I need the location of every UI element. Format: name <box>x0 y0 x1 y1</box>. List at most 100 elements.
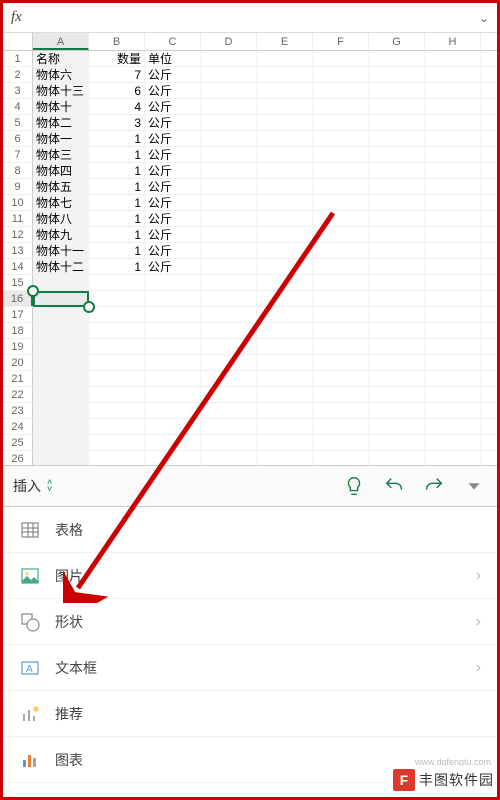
cell[interactable] <box>313 67 369 82</box>
cell[interactable] <box>89 275 145 290</box>
cell[interactable] <box>89 403 145 418</box>
cell[interactable] <box>425 291 481 306</box>
cell[interactable] <box>313 435 369 450</box>
cell[interactable] <box>425 371 481 386</box>
cell[interactable] <box>313 115 369 130</box>
cell[interactable] <box>33 403 89 418</box>
cell[interactable]: 物体十三 <box>33 83 89 98</box>
cell[interactable] <box>201 419 257 434</box>
cell[interactable] <box>369 195 425 210</box>
cell[interactable] <box>425 195 481 210</box>
row-header[interactable]: 7 <box>3 147 33 162</box>
select-all-corner[interactable] <box>3 33 33 50</box>
menu-item-table[interactable]: 表格 <box>3 507 497 553</box>
cell[interactable] <box>257 435 313 450</box>
cell[interactable] <box>257 179 313 194</box>
cell[interactable] <box>89 323 145 338</box>
cell[interactable] <box>369 451 425 465</box>
cell[interactable] <box>313 147 369 162</box>
cell[interactable] <box>425 163 481 178</box>
cell[interactable] <box>257 323 313 338</box>
cell[interactable] <box>425 355 481 370</box>
cell[interactable] <box>425 147 481 162</box>
cell[interactable] <box>369 211 425 226</box>
menu-item-recommend[interactable]: 推荐 <box>3 691 497 737</box>
cell[interactable] <box>313 419 369 434</box>
cell[interactable] <box>201 51 257 66</box>
cell[interactable] <box>257 387 313 402</box>
cell[interactable]: 公斤 <box>145 131 201 146</box>
cell[interactable] <box>313 131 369 146</box>
col-header-D[interactable]: D <box>201 33 257 50</box>
cell[interactable]: 物体七 <box>33 195 89 210</box>
cell[interactable] <box>369 227 425 242</box>
row-header[interactable]: 23 <box>3 403 33 418</box>
cell[interactable] <box>425 83 481 98</box>
cell[interactable]: 物体九 <box>33 227 89 242</box>
cell[interactable] <box>145 323 201 338</box>
cell[interactable] <box>425 51 481 66</box>
cell[interactable] <box>145 355 201 370</box>
cell[interactable] <box>425 323 481 338</box>
row-header[interactable]: 20 <box>3 355 33 370</box>
row-header[interactable]: 13 <box>3 243 33 258</box>
cell[interactable] <box>369 339 425 354</box>
row-header[interactable]: 6 <box>3 131 33 146</box>
cell[interactable] <box>425 275 481 290</box>
cell[interactable]: 1 <box>89 195 145 210</box>
spreadsheet-grid[interactable]: ABCDEFGH 1名称数量单位2物体六7公斤3物体十三6公斤4物体十4公斤5物… <box>3 33 497 465</box>
cell[interactable]: 物体十一 <box>33 243 89 258</box>
cell[interactable] <box>313 163 369 178</box>
cell[interactable]: 公斤 <box>145 83 201 98</box>
cell[interactable] <box>201 163 257 178</box>
cell[interactable] <box>257 355 313 370</box>
cell[interactable] <box>313 307 369 322</box>
cell[interactable] <box>201 179 257 194</box>
cell[interactable] <box>313 83 369 98</box>
cell[interactable] <box>425 243 481 258</box>
cell[interactable] <box>369 435 425 450</box>
cell[interactable]: 公斤 <box>145 259 201 274</box>
cell[interactable] <box>257 211 313 226</box>
more-icon[interactable] <box>461 473 487 499</box>
cell[interactable] <box>425 179 481 194</box>
redo-icon[interactable] <box>421 473 447 499</box>
cell[interactable] <box>201 307 257 322</box>
cell[interactable]: 物体三 <box>33 147 89 162</box>
cell[interactable] <box>369 51 425 66</box>
cell[interactable] <box>33 387 89 402</box>
row-header[interactable]: 18 <box>3 323 33 338</box>
cell[interactable] <box>425 403 481 418</box>
row-header[interactable]: 3 <box>3 83 33 98</box>
row-header[interactable]: 5 <box>3 115 33 130</box>
row-header[interactable]: 9 <box>3 179 33 194</box>
cell[interactable] <box>313 291 369 306</box>
cell[interactable]: 名称 <box>33 51 89 66</box>
cell[interactable] <box>89 387 145 402</box>
cell[interactable] <box>369 243 425 258</box>
cell[interactable] <box>313 451 369 465</box>
cell[interactable] <box>369 147 425 162</box>
cell[interactable] <box>145 435 201 450</box>
cell[interactable] <box>33 355 89 370</box>
cell[interactable] <box>257 163 313 178</box>
cell[interactable] <box>201 403 257 418</box>
cell[interactable]: 物体八 <box>33 211 89 226</box>
cell[interactable] <box>257 131 313 146</box>
row-header[interactable]: 10 <box>3 195 33 210</box>
cell[interactable] <box>313 243 369 258</box>
col-header-E[interactable]: E <box>257 33 313 50</box>
row-header[interactable]: 8 <box>3 163 33 178</box>
cell[interactable] <box>89 307 145 322</box>
cell[interactable] <box>89 371 145 386</box>
cell[interactable] <box>257 451 313 465</box>
cell[interactable]: 公斤 <box>145 99 201 114</box>
cell[interactable] <box>201 227 257 242</box>
cell[interactable] <box>33 323 89 338</box>
formula-input[interactable] <box>22 3 479 32</box>
cell[interactable] <box>425 387 481 402</box>
cell[interactable] <box>33 339 89 354</box>
cell[interactable] <box>257 419 313 434</box>
cell[interactable] <box>313 387 369 402</box>
cell[interactable] <box>313 211 369 226</box>
